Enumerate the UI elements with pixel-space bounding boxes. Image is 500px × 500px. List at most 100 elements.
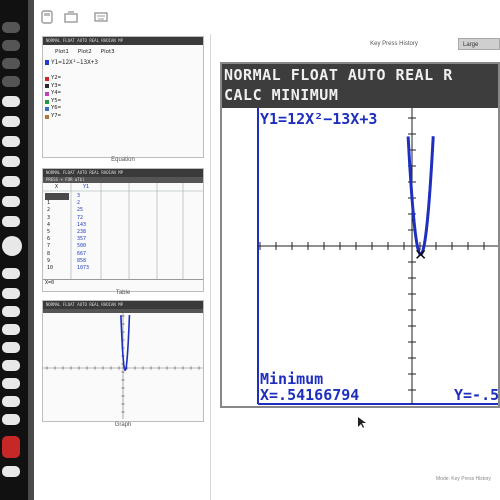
- calculator-key[interactable]: [2, 306, 20, 317]
- result-x: X=.54166794: [260, 386, 360, 404]
- equation-panel-header: NORMAL FLOAT AUTO REAL RADIAN MP: [43, 37, 203, 45]
- table-y-cell[interactable]: 1073: [77, 265, 89, 272]
- table-y-cell[interactable]: 667: [77, 251, 89, 258]
- plot-label[interactable]: Plot2: [78, 49, 92, 55]
- calculator-key[interactable]: [2, 196, 20, 207]
- graph-panel-header: NORMAL FLOAT AUTO REAL RADIAN MP: [43, 301, 203, 309]
- equation-y1-row[interactable]: Y1=12X²−13X+3: [45, 59, 98, 66]
- graph-panel[interactable]: NORMAL FLOAT AUTO REAL RADIAN MP: [42, 300, 204, 422]
- table-x-cell[interactable]: 6: [47, 236, 53, 243]
- calculator-key[interactable]: [2, 156, 20, 167]
- calculator-dpad[interactable]: [2, 236, 22, 256]
- table-y-cell[interactable]: 858: [77, 258, 89, 265]
- table-y-cell[interactable]: 238: [77, 229, 89, 236]
- calculator-key-on[interactable]: [2, 436, 20, 458]
- row-color-swatch: [45, 84, 49, 89]
- keyboard-icon[interactable]: [94, 10, 108, 24]
- plot-labels: Plot1 Plot2 Plot3: [55, 49, 115, 55]
- row-color-swatch: [45, 91, 49, 96]
- equation-row[interactable]: Y7=: [45, 113, 61, 121]
- mini-graph: [43, 313, 203, 419]
- table-x-cell[interactable]: 3: [47, 215, 53, 222]
- graph-caption: Graph: [114, 422, 132, 428]
- equation-row-label: Y4=: [51, 90, 61, 97]
- main-graph: [222, 108, 498, 406]
- calculator-key[interactable]: [2, 76, 20, 87]
- table-x-values: 012345678910: [47, 193, 53, 272]
- table-x-cell[interactable]: 1: [47, 200, 53, 207]
- table-y-cell[interactable]: 143: [77, 222, 89, 229]
- view-tabs: Key Press History Large: [355, 38, 500, 52]
- table-selected-cell[interactable]: [45, 193, 69, 200]
- calculator-key[interactable]: [2, 378, 20, 389]
- calculator-key[interactable]: [2, 324, 20, 335]
- equation-panel[interactable]: NORMAL FLOAT AUTO REAL RADIAN MP Plot1 P…: [42, 36, 204, 158]
- table-y-values: 3 2 25 72 143 238 357 500 667 858 1073: [77, 193, 89, 272]
- calculator-key[interactable]: [2, 268, 20, 279]
- table-col-x: X: [55, 184, 59, 190]
- calculator-key[interactable]: [2, 116, 20, 127]
- equation-row[interactable]: Y4=: [45, 90, 61, 98]
- calculator-key[interactable]: [2, 396, 20, 407]
- calculator-key[interactable]: [2, 96, 20, 107]
- equation-caption: Equation: [111, 157, 135, 163]
- equation-row[interactable]: Y5=: [45, 98, 61, 106]
- calculator-key[interactable]: [2, 136, 20, 147]
- left-panels: NORMAL FLOAT AUTO REAL RADIAN MP Plot1 P…: [36, 34, 211, 500]
- calculator-screen[interactable]: NORMAL FLOAT AUTO REAL R CALC MINIMUM Y1…: [220, 62, 500, 408]
- table-caption: Table: [115, 290, 131, 296]
- tab-large[interactable]: Large: [458, 38, 500, 50]
- table-y-cell[interactable]: 2: [77, 200, 89, 207]
- screen-status-bar: NORMAL FLOAT AUTO REAL R CALC MINIMUM: [222, 64, 498, 108]
- equation-row[interactable]: Y6=: [45, 105, 61, 113]
- table-y-cell[interactable]: 3: [77, 193, 89, 200]
- calculator-key[interactable]: [2, 466, 20, 477]
- row-color-swatch: [45, 114, 49, 119]
- table-col-y1: Y1: [83, 184, 90, 190]
- table-panel-header: NORMAL FLOAT AUTO REAL RADIAN MP: [43, 169, 203, 177]
- status-text: Mode: Key Press History: [436, 476, 492, 482]
- table-x-cell[interactable]: 5: [47, 229, 53, 236]
- screen-function-label: Y1=12X²−13X+3: [260, 110, 378, 128]
- calculator-key[interactable]: [2, 58, 20, 69]
- table-y-cell[interactable]: 357: [77, 236, 89, 243]
- calculator-key[interactable]: [2, 360, 20, 371]
- table-x-cell[interactable]: 4: [47, 222, 53, 229]
- table-x-cell[interactable]: 2: [47, 207, 53, 214]
- table-y-cell[interactable]: 25: [77, 207, 89, 214]
- equation-row[interactable]: Y3=: [45, 83, 61, 91]
- equation-row-label: Y3=: [51, 82, 61, 89]
- table-panel[interactable]: NORMAL FLOAT AUTO REAL RADIAN MP PRESS +…: [42, 168, 204, 292]
- table-y-cell[interactable]: 72: [77, 215, 89, 222]
- mini-graph-curve: [120, 315, 131, 371]
- equation-y1: Y1=12X²−13X+3: [51, 59, 98, 66]
- table-y-cell[interactable]: 500: [77, 243, 89, 250]
- plot-label[interactable]: Plot1: [55, 49, 69, 55]
- row-color-swatch: [45, 99, 49, 104]
- table-grid: X Y1 012345678910 3225721432383575006678…: [43, 183, 203, 279]
- table-x-cell[interactable]: 9: [47, 258, 53, 265]
- calculator-key[interactable]: [2, 216, 20, 227]
- calculator-key[interactable]: [2, 414, 20, 425]
- screen-mode-line: NORMAL FLOAT AUTO REAL R: [224, 66, 453, 84]
- calculator-key[interactable]: [2, 40, 20, 51]
- equation-row[interactable]: Y2=: [45, 75, 61, 83]
- calculator-key[interactable]: [2, 176, 20, 187]
- minimum-marker: [416, 249, 426, 259]
- equation-empty-rows: Y2= Y3= Y4= Y5= Y6= Y7=: [45, 75, 61, 121]
- calculator-key[interactable]: [2, 288, 20, 299]
- calculator-keypad: [0, 0, 34, 500]
- table-x-cell[interactable]: 8: [47, 251, 53, 258]
- calculator-key[interactable]: [2, 342, 20, 353]
- table-x-cell[interactable]: 10: [47, 265, 53, 272]
- screen-calc-line: CALC MINIMUM: [224, 86, 339, 104]
- graph-area: Y1=12X²−13X+3 Minimum X=.54166794 Y=-.5: [222, 108, 498, 406]
- equation-row-label: Y2=: [51, 75, 61, 81]
- plot-label[interactable]: Plot3: [101, 49, 115, 55]
- calculator-view-icon[interactable]: [40, 10, 54, 24]
- calculator-key[interactable]: [2, 22, 20, 33]
- calculator-rim: [28, 0, 34, 500]
- equation-body: Plot1 Plot2 Plot3 Y1=12X²−13X+3 Y2= Y3= …: [43, 45, 203, 157]
- tab-key-press-history[interactable]: Key Press History: [355, 38, 433, 50]
- table-x-cell[interactable]: 7: [47, 243, 53, 250]
